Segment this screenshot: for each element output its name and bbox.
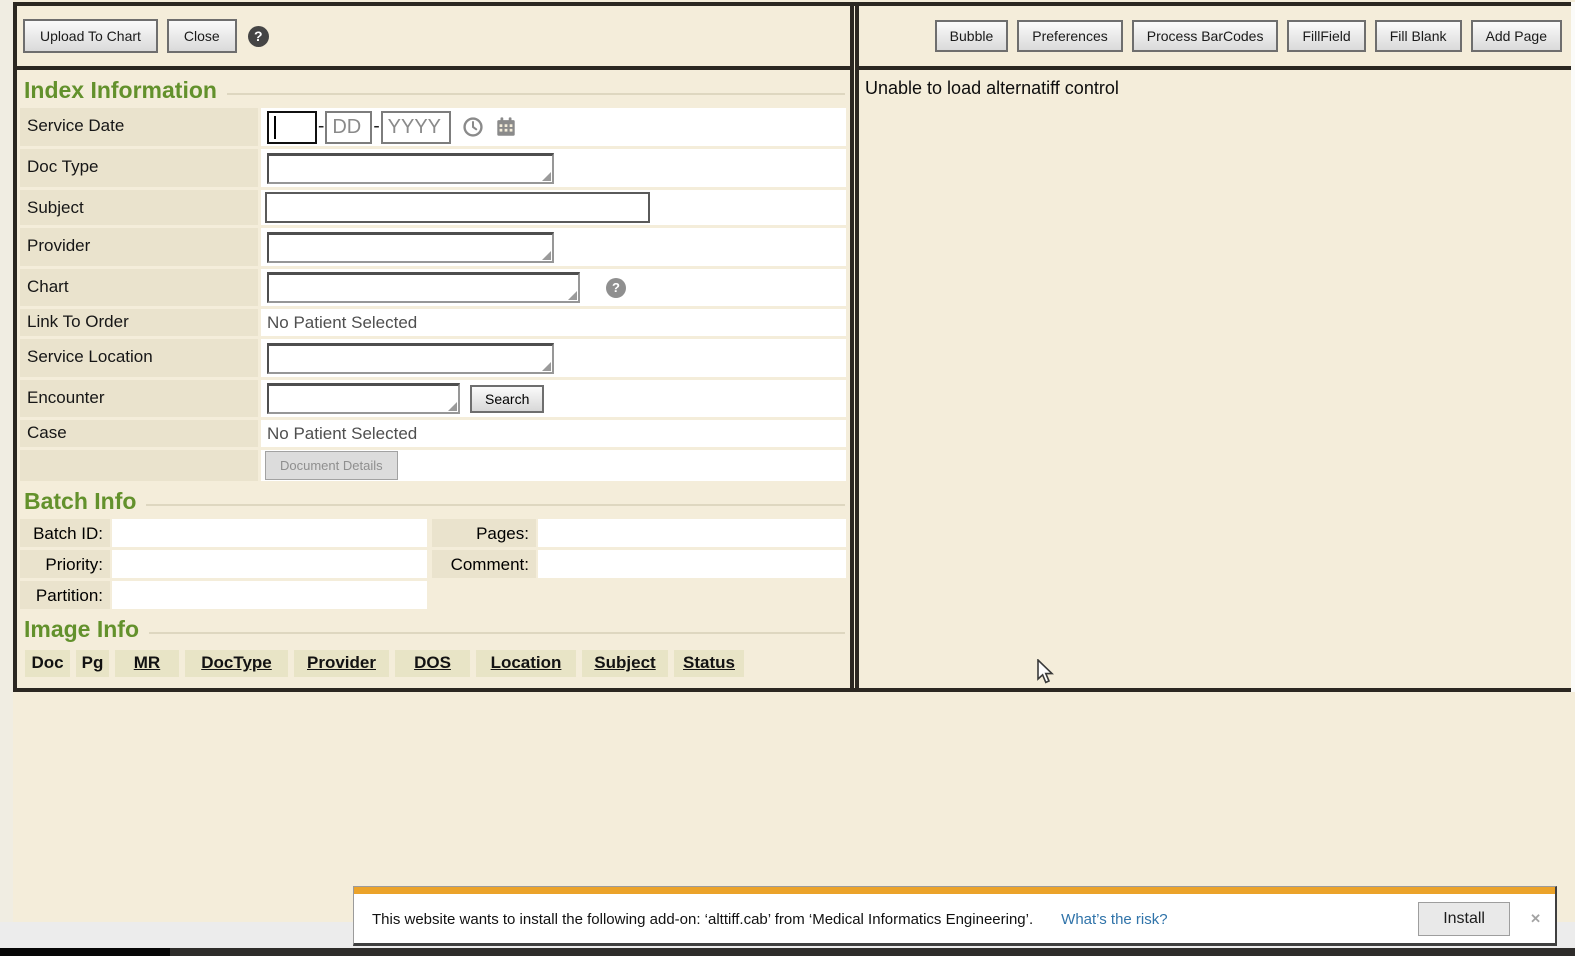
window-left-margin bbox=[0, 0, 13, 922]
encounter-label: Encounter bbox=[20, 380, 258, 417]
priority-value bbox=[112, 550, 427, 578]
notification-text: This website wants to install the follow… bbox=[372, 911, 1033, 928]
chart-row: Chart ? bbox=[20, 269, 846, 306]
case-value: No Patient Selected bbox=[265, 424, 417, 444]
addon-install-notification: This website wants to install the follow… bbox=[353, 886, 1557, 946]
encounter-combobox[interactable] bbox=[267, 383, 460, 414]
viewer-scroll-strip bbox=[1571, 2, 1575, 692]
column-header-provider[interactable]: Provider bbox=[294, 650, 389, 677]
encounter-search-button[interactable]: Search bbox=[470, 385, 544, 413]
provider-row: Provider bbox=[20, 228, 846, 266]
viewer-toolbar: Bubble Preferences Process BarCodes Fill… bbox=[859, 6, 1575, 70]
service-date-year-input[interactable] bbox=[381, 111, 451, 144]
link-to-order-value: No Patient Selected bbox=[265, 313, 417, 333]
pages-label: Pages: bbox=[432, 519, 536, 547]
case-row: Case No Patient Selected bbox=[20, 420, 846, 447]
image-info-heading: Image Info bbox=[20, 616, 845, 643]
date-separator: - bbox=[318, 116, 324, 138]
chart-help-icon[interactable]: ? bbox=[606, 278, 626, 298]
index-information-title: Index Information bbox=[20, 77, 217, 104]
column-header-location[interactable]: Location bbox=[476, 650, 576, 677]
fill-blank-button[interactable]: Fill Blank bbox=[1375, 20, 1462, 52]
text-caret bbox=[274, 116, 276, 139]
calendar-icon[interactable] bbox=[495, 116, 517, 138]
bubble-button[interactable]: Bubble bbox=[935, 20, 1009, 52]
index-form: Service Date - - bbox=[20, 108, 846, 481]
notification-accent-bar bbox=[354, 887, 1555, 894]
chart-label: Chart bbox=[20, 269, 258, 306]
index-panel: Upload To Chart Close ? Index Informatio… bbox=[13, 2, 854, 692]
column-header-doctype[interactable]: DocType bbox=[185, 650, 288, 677]
partition-value bbox=[112, 581, 427, 609]
link-to-order-row: Link To Order No Patient Selected bbox=[20, 309, 846, 336]
heading-rule bbox=[149, 632, 845, 634]
date-separator: - bbox=[373, 116, 379, 138]
batch-row: Batch ID: Pages: bbox=[20, 519, 846, 547]
doc-type-label: Doc Type bbox=[20, 149, 258, 187]
chart-combobox[interactable] bbox=[267, 272, 580, 303]
batch-info-title: Batch Info bbox=[20, 488, 136, 515]
provider-combobox[interactable] bbox=[267, 232, 554, 263]
comment-value bbox=[538, 550, 846, 578]
upload-to-chart-button[interactable]: Upload To Chart bbox=[23, 19, 158, 53]
link-to-order-label: Link To Order bbox=[20, 309, 258, 336]
fillfield-button[interactable]: FillField bbox=[1287, 20, 1365, 52]
batch-row: Priority: Comment: bbox=[20, 550, 846, 578]
document-details-row: Document Details bbox=[20, 450, 846, 481]
install-button[interactable]: Install bbox=[1418, 902, 1510, 936]
heading-rule bbox=[146, 504, 845, 506]
taskbar-edge bbox=[0, 948, 1575, 956]
subject-row: Subject bbox=[20, 190, 846, 225]
help-icon[interactable]: ? bbox=[248, 26, 269, 47]
priority-label: Priority: bbox=[20, 550, 110, 578]
doc-type-row: Doc Type bbox=[20, 149, 846, 187]
index-information-heading: Index Information bbox=[20, 77, 845, 104]
service-date-day-input[interactable] bbox=[325, 111, 372, 144]
column-header-dos[interactable]: DOS bbox=[395, 650, 470, 677]
column-header-doc: Doc bbox=[25, 650, 70, 677]
provider-label: Provider bbox=[20, 228, 258, 266]
column-header-subject[interactable]: Subject bbox=[582, 650, 668, 677]
whats-the-risk-link[interactable]: What’s the risk? bbox=[1061, 911, 1167, 928]
subject-label: Subject bbox=[20, 190, 258, 225]
add-page-button[interactable]: Add Page bbox=[1471, 20, 1563, 52]
service-date-label: Service Date bbox=[20, 108, 258, 146]
mouse-cursor bbox=[1036, 659, 1058, 685]
column-header-status[interactable]: Status bbox=[674, 650, 744, 677]
close-button[interactable]: Close bbox=[167, 19, 237, 53]
column-header-mr[interactable]: MR bbox=[115, 650, 179, 677]
batch-info-grid: Batch ID: Pages: Priority: Comment: Part… bbox=[20, 519, 846, 609]
taskbar-edge-dark bbox=[0, 948, 170, 956]
comment-label: Comment: bbox=[432, 550, 536, 578]
encounter-row: Encounter Search bbox=[20, 380, 846, 417]
service-location-row: Service Location bbox=[20, 339, 846, 377]
subject-input[interactable] bbox=[265, 192, 650, 223]
service-location-combobox[interactable] bbox=[267, 343, 554, 374]
service-location-label: Service Location bbox=[20, 339, 258, 377]
batch-info-heading: Batch Info bbox=[20, 488, 845, 515]
doc-type-combobox[interactable] bbox=[267, 153, 554, 184]
batch-row: Partition: bbox=[20, 581, 846, 609]
notification-close-icon[interactable]: ✕ bbox=[1530, 911, 1541, 927]
index-panel-toolbar: Upload To Chart Close ? bbox=[17, 6, 850, 70]
batch-id-value bbox=[112, 519, 427, 547]
heading-rule bbox=[227, 93, 845, 95]
document-details-button[interactable]: Document Details bbox=[265, 451, 398, 480]
process-barcodes-button[interactable]: Process BarCodes bbox=[1132, 20, 1279, 52]
image-info-table-header: Doc Pg MR DocType Provider DOS Location … bbox=[25, 650, 846, 677]
case-label: Case bbox=[20, 420, 258, 447]
pages-value bbox=[538, 519, 846, 547]
preferences-button[interactable]: Preferences bbox=[1017, 20, 1122, 52]
viewer-error-message: Unable to load alternatiff control bbox=[859, 70, 1575, 99]
viewer-panel: Bubble Preferences Process BarCodes Fill… bbox=[855, 2, 1575, 692]
partition-label: Partition: bbox=[20, 581, 110, 609]
image-info-title: Image Info bbox=[20, 616, 139, 643]
service-date-row: Service Date - - bbox=[20, 108, 846, 146]
document-details-spacer bbox=[20, 450, 258, 481]
clock-icon[interactable] bbox=[462, 116, 484, 138]
batch-id-label: Batch ID: bbox=[20, 519, 110, 547]
column-header-pg: Pg bbox=[76, 650, 109, 677]
